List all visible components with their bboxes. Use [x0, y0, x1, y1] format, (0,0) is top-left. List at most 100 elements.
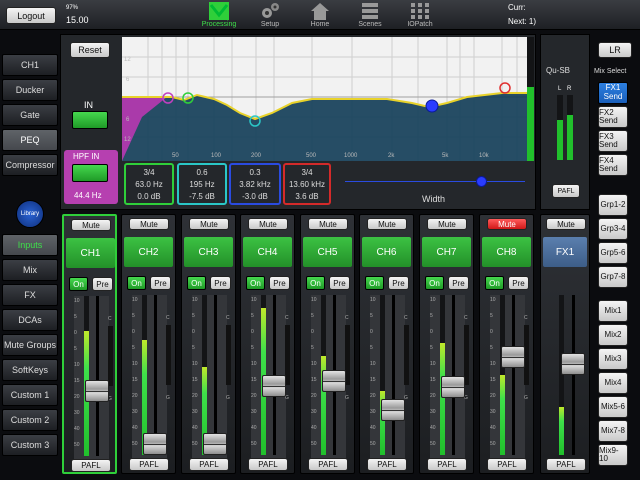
- fx1-fader-cap[interactable]: [561, 353, 585, 375]
- layer-fx[interactable]: FX: [2, 284, 58, 306]
- band3-handle[interactable]: [425, 99, 439, 113]
- tab-ch1[interactable]: CH1: [2, 54, 58, 76]
- on-button[interactable]: On: [306, 276, 325, 290]
- fx1-mute-button[interactable]: Mute: [546, 218, 586, 230]
- band1-params[interactable]: 3/4 63.0 Hz 0.0 dB: [124, 163, 174, 205]
- pre-button[interactable]: Pre: [210, 276, 231, 290]
- on-button[interactable]: On: [485, 276, 504, 290]
- pre-button[interactable]: Pre: [269, 276, 290, 290]
- fader-cap[interactable]: [143, 432, 167, 455]
- mute-button[interactable]: Mute: [129, 218, 169, 230]
- layer-inputs[interactable]: Inputs: [2, 234, 58, 256]
- mute-button[interactable]: Mute: [189, 218, 229, 230]
- pafl-button[interactable]: PAFL: [189, 458, 229, 471]
- fx4-send-button[interactable]: FX4 Send: [598, 154, 628, 176]
- pafl-button[interactable]: PAFL: [71, 459, 111, 472]
- grp1-2-button[interactable]: Grp1-2: [598, 194, 628, 216]
- nav-processing[interactable]: Processing: [202, 1, 236, 28]
- pafl-button[interactable]: PAFL: [487, 458, 527, 471]
- mute-button[interactable]: Mute: [367, 218, 407, 230]
- grp3-4-button[interactable]: Grp3-4: [598, 218, 628, 240]
- channel-name[interactable]: CH8: [482, 237, 531, 267]
- band2-params[interactable]: 0.6 195 Hz -7.5 dB: [177, 163, 227, 205]
- channel-name[interactable]: CH5: [303, 237, 352, 267]
- on-button[interactable]: On: [69, 277, 88, 291]
- fader-cap[interactable]: [381, 399, 405, 422]
- mix4-button[interactable]: Mix4: [598, 372, 628, 394]
- band4-params[interactable]: 3/4 13.60 kHz 3.6 dB: [283, 163, 331, 205]
- channel-name[interactable]: CH1: [66, 238, 115, 268]
- logout-button[interactable]: Logout: [6, 7, 56, 24]
- layer-custom-2[interactable]: Custom 2: [2, 409, 58, 431]
- eq-graph[interactable]: 12 6 6 12 50 100 200 500 1000 2k 5k 10k: [122, 37, 534, 161]
- master-pafl-button[interactable]: PAFL: [552, 184, 580, 198]
- layer-mix[interactable]: Mix: [2, 259, 58, 281]
- hpf-in-toggle[interactable]: [72, 164, 108, 182]
- pafl-button[interactable]: PAFL: [308, 458, 348, 471]
- mute-button[interactable]: Mute: [308, 218, 348, 230]
- mix5-6-button[interactable]: Mix5-6: [598, 396, 628, 418]
- on-button[interactable]: On: [127, 276, 146, 290]
- on-button[interactable]: On: [425, 276, 444, 290]
- mix3-button[interactable]: Mix3: [598, 348, 628, 370]
- tab-compressor[interactable]: Compressor: [2, 154, 58, 176]
- mute-button[interactable]: Mute: [248, 218, 288, 230]
- peq-in-toggle[interactable]: [72, 111, 108, 129]
- pre-button[interactable]: Pre: [92, 277, 113, 291]
- pre-button[interactable]: Pre: [329, 276, 350, 290]
- fx1-send-button[interactable]: FX1 Send: [598, 82, 628, 104]
- grp7-8-button[interactable]: Grp7-8: [598, 266, 628, 288]
- pafl-button[interactable]: PAFL: [367, 458, 407, 471]
- fader-cap[interactable]: [85, 380, 109, 403]
- mute-button[interactable]: Mute: [427, 218, 467, 230]
- on-button[interactable]: On: [365, 276, 384, 290]
- nav-home[interactable]: Home: [304, 1, 336, 28]
- mix1-button[interactable]: Mix1: [598, 300, 628, 322]
- width-slider-handle[interactable]: [476, 176, 487, 187]
- fader-cap[interactable]: [322, 370, 346, 393]
- pre-button[interactable]: Pre: [388, 276, 409, 290]
- tab-gate[interactable]: Gate: [2, 104, 58, 126]
- lr-button[interactable]: LR: [598, 42, 632, 58]
- fx2-send-button[interactable]: FX2 Send: [598, 106, 628, 128]
- layer-softkeys[interactable]: SoftKeys: [2, 359, 58, 381]
- width-slider-track[interactable]: [345, 181, 525, 182]
- fader-cap[interactable]: [262, 374, 286, 397]
- mix9-10-button[interactable]: Mix9-10: [598, 444, 628, 466]
- pre-button[interactable]: Pre: [448, 276, 469, 290]
- fader-cap[interactable]: [441, 376, 465, 399]
- mute-button[interactable]: Mute: [71, 219, 111, 231]
- pafl-button[interactable]: PAFL: [129, 458, 169, 471]
- on-button[interactable]: On: [246, 276, 265, 290]
- mix2-button[interactable]: Mix2: [598, 324, 628, 346]
- channel-name[interactable]: CH3: [184, 237, 233, 267]
- pre-button[interactable]: Pre: [150, 276, 171, 290]
- reset-button[interactable]: Reset: [70, 42, 110, 58]
- on-button[interactable]: On: [187, 276, 206, 290]
- mute-button[interactable]: Mute: [487, 218, 527, 230]
- pre-button[interactable]: Pre: [508, 276, 529, 290]
- channel-name[interactable]: CH2: [124, 237, 173, 267]
- nav-setup[interactable]: Setup: [254, 1, 286, 28]
- tab-peq[interactable]: PEQ: [2, 129, 58, 151]
- fx1-pafl-button[interactable]: PAFL: [546, 458, 586, 471]
- nav-scenes[interactable]: Scenes: [354, 1, 386, 28]
- channel-name[interactable]: CH4: [243, 237, 292, 267]
- layer-mute-groups[interactable]: Mute Groups: [2, 334, 58, 356]
- fx1-master-name[interactable]: FX1: [543, 237, 587, 267]
- fader-cap[interactable]: [203, 432, 227, 455]
- fx3-send-button[interactable]: FX3 Send: [598, 130, 628, 152]
- layer-dcas[interactable]: DCAs: [2, 309, 58, 331]
- channel-name[interactable]: CH7: [422, 237, 471, 267]
- grp5-6-button[interactable]: Grp5-6: [598, 242, 628, 264]
- pafl-button[interactable]: PAFL: [248, 458, 288, 471]
- band3-params[interactable]: 0.3 3.82 kHz -3.0 dB: [229, 163, 281, 205]
- nav-iopatch[interactable]: IOPatch: [402, 1, 438, 28]
- fader-cap[interactable]: [501, 345, 525, 368]
- tab-ducker[interactable]: Ducker: [2, 79, 58, 101]
- layer-custom-1[interactable]: Custom 1: [2, 384, 58, 406]
- pafl-button[interactable]: PAFL: [427, 458, 467, 471]
- library-button[interactable]: Library: [16, 200, 44, 228]
- layer-custom-3[interactable]: Custom 3: [2, 434, 58, 456]
- channel-name[interactable]: CH6: [362, 237, 411, 267]
